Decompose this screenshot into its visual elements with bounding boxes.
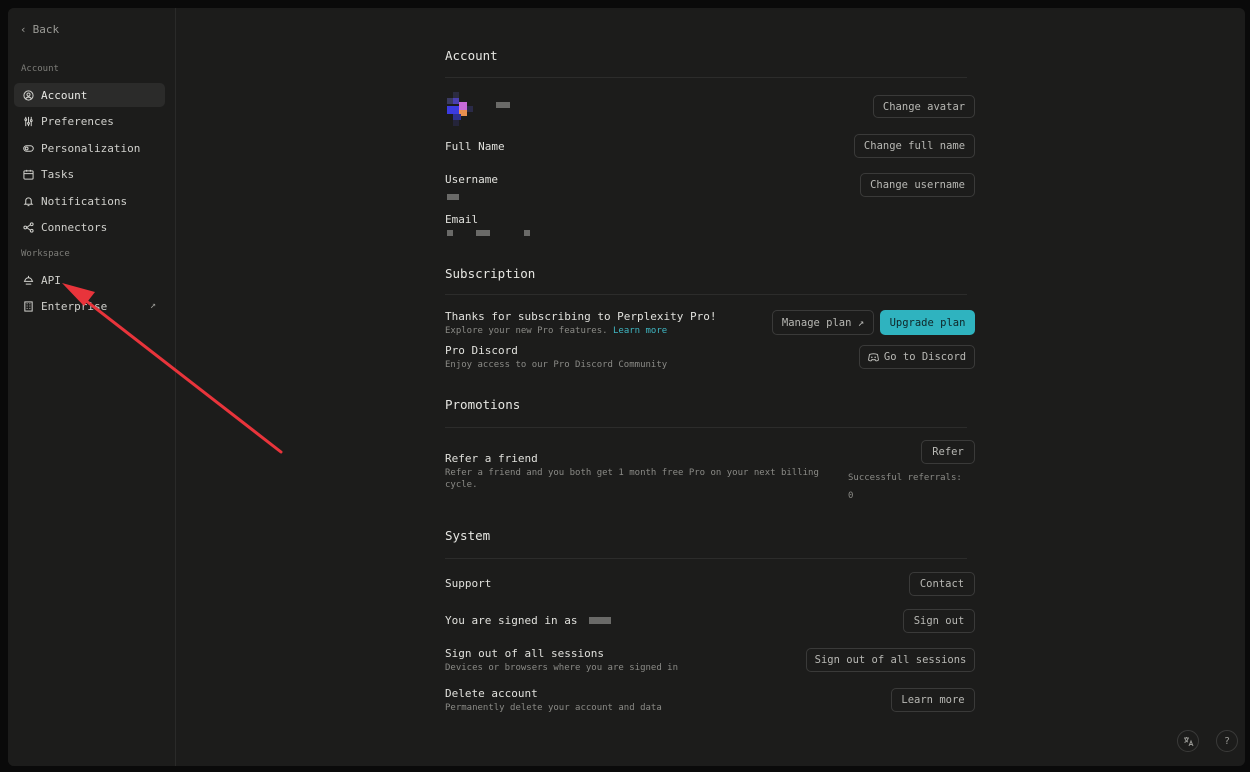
refer-friend-sub: Refer a friend and you both get 1 month …	[445, 468, 819, 490]
subscription-thanks: Thanks for subscribing to Perplexity Pro…	[445, 310, 717, 323]
sidebar-item-enterprise[interactable]: Enterprise ↗	[14, 294, 165, 318]
sidebar: ‹ Back Account Account Preferences Perso…	[8, 8, 176, 766]
toggle-icon	[22, 142, 34, 154]
translate-icon[interactable]	[1177, 730, 1199, 752]
building-icon	[22, 300, 34, 312]
api-icon	[22, 274, 34, 286]
share-icon	[22, 221, 34, 233]
sidebar-item-api[interactable]: API	[14, 268, 165, 292]
redacted-email	[447, 230, 453, 236]
delete-account-sub: Permanently delete your account and data	[445, 703, 662, 713]
contact-button[interactable]: Contact	[909, 572, 975, 596]
learn-more-link[interactable]: Learn more	[613, 326, 667, 336]
chevron-left-icon: ‹	[20, 23, 27, 36]
section-label-account: Account	[21, 64, 59, 74]
back-label: Back	[32, 23, 60, 36]
section-label-workspace: Workspace	[21, 249, 70, 259]
sidebar-item-tasks[interactable]: Tasks	[14, 162, 165, 186]
sidebar-item-notifications[interactable]: Notifications	[14, 189, 165, 213]
sidebar-item-label: Personalization	[41, 141, 141, 155]
redacted-email	[524, 230, 530, 236]
change-username-button[interactable]: Change username	[860, 173, 975, 197]
delete-learn-more-button[interactable]: Learn more	[891, 688, 975, 712]
sidebar-item-label: Tasks	[41, 167, 75, 181]
go-to-discord-label: Go to Discord	[883, 351, 967, 363]
divider	[445, 427, 967, 428]
divider	[445, 77, 967, 78]
all-sessions-sub: Devices or browsers where you are signed…	[445, 663, 678, 673]
go-to-discord-button[interactable]: Go to Discord	[859, 345, 975, 369]
settings-window: ‹ Back Account Account Preferences Perso…	[8, 8, 1245, 766]
referrals-info: Successful referrals: 0	[848, 469, 962, 505]
change-avatar-button[interactable]: Change avatar	[873, 95, 975, 118]
sidebar-item-label: Enterprise	[41, 299, 108, 313]
support-label: Support	[445, 577, 492, 590]
bell-icon	[22, 195, 34, 207]
section-title-account: Account	[445, 48, 498, 63]
delete-account-label: Delete account	[445, 687, 538, 700]
discord-icon	[867, 352, 879, 361]
help-button[interactable]: ?	[1216, 730, 1238, 752]
subscription-explore: Explore your new Pro features. Learn mor…	[445, 325, 667, 337]
sidebar-item-account[interactable]: Account	[14, 83, 165, 107]
sidebar-item-label: Connectors	[41, 220, 108, 234]
sidebar-item-personalization[interactable]: Personalization	[14, 136, 165, 160]
redacted-username	[447, 194, 459, 200]
divider	[445, 558, 967, 559]
back-button[interactable]: ‹ Back	[20, 23, 59, 36]
signed-in-label: You are signed in as	[445, 614, 578, 627]
change-full-name-button[interactable]: Change full name	[854, 134, 975, 158]
section-title-promotions: Promotions	[445, 397, 521, 412]
settings-content: Account Change avatar Full Name Change f…	[176, 8, 1245, 766]
external-link-icon: ↗	[149, 300, 156, 311]
pro-discord-sub: Enjoy access to our Pro Discord Communit…	[445, 360, 668, 370]
redacted-email	[476, 230, 490, 236]
sign-out-all-sessions-button[interactable]: Sign out of all sessions	[806, 648, 975, 672]
manage-plan-button[interactable]: Manage plan ↗	[772, 310, 874, 335]
sidebar-item-label: Account	[41, 88, 88, 102]
full-name-label: Full Name	[445, 140, 505, 153]
user-circle-icon	[22, 89, 34, 101]
redacted-name	[496, 102, 510, 108]
sidebar-item-preferences[interactable]: Preferences	[14, 109, 165, 133]
explore-text: Explore your new Pro features.	[445, 326, 608, 336]
refer-button[interactable]: Refer	[921, 440, 975, 464]
sidebar-item-label: API	[41, 273, 61, 287]
username-label: Username	[445, 173, 498, 186]
email-label: Email	[445, 213, 479, 226]
sidebar-item-label: Preferences	[41, 114, 114, 128]
pro-discord-label: Pro Discord	[445, 344, 518, 357]
sign-out-button[interactable]: Sign out	[903, 609, 975, 633]
redacted-signed-in-user	[589, 617, 611, 624]
referrals-label: Successful referrals:	[848, 473, 962, 483]
upgrade-plan-button[interactable]: Upgrade plan	[880, 310, 975, 335]
sidebar-item-label: Notifications	[41, 194, 128, 208]
section-title-subscription: Subscription	[445, 266, 536, 281]
referrals-count: 0	[848, 491, 854, 501]
avatar	[447, 92, 473, 126]
section-title-system: System	[445, 528, 491, 543]
divider	[445, 294, 967, 295]
refer-friend-label: Refer a friend	[445, 452, 538, 465]
sliders-icon	[22, 115, 34, 127]
all-sessions-label: Sign out of all sessions	[445, 647, 604, 660]
sidebar-item-connectors[interactable]: Connectors	[14, 215, 165, 239]
calendar-icon	[22, 168, 34, 180]
